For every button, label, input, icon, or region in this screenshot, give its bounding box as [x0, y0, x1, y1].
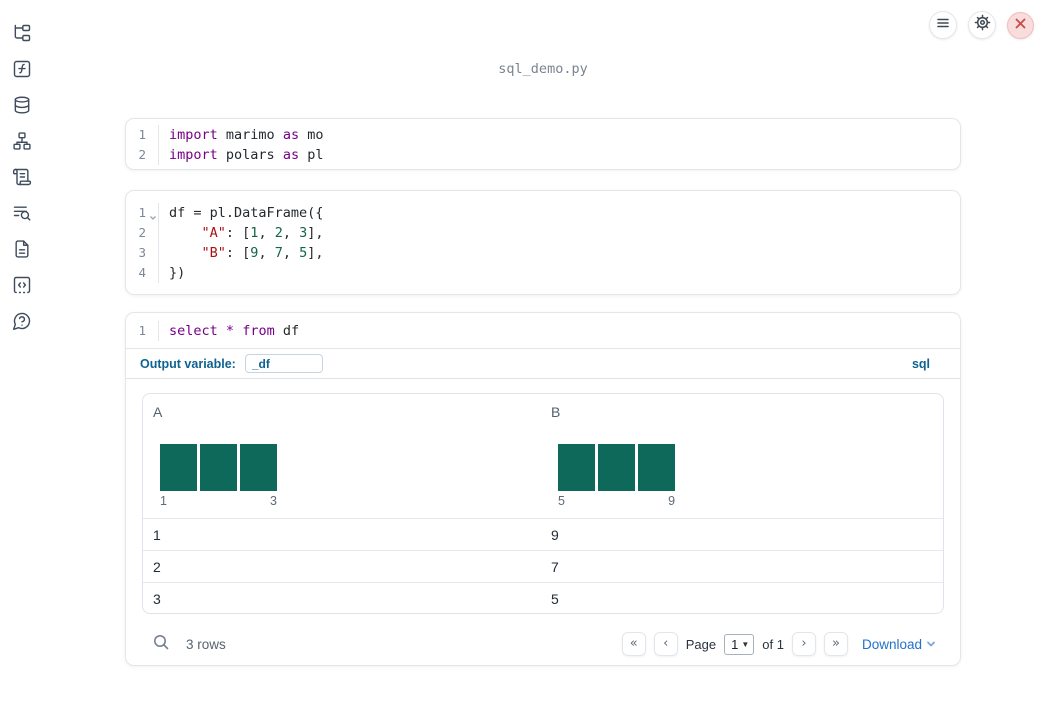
line-number: 2 [138, 225, 146, 240]
code-line: import marimo as mo [169, 127, 324, 143]
line-number-gutter: 12 [126, 125, 159, 165]
helper-sidebar [0, 0, 44, 713]
line-number: 1 [138, 127, 146, 142]
histogram-bar [160, 444, 197, 491]
code-cell-imports[interactable]: 12 import marimo as mo import polars as p… [125, 118, 961, 170]
shutdown-button[interactable] [1007, 11, 1034, 39]
code-line: "A": [1, 2, 3], [201, 225, 324, 241]
table-row[interactable]: 27 [143, 550, 943, 582]
table-cell: 9 [551, 526, 559, 543]
hamburger-icon [936, 16, 950, 35]
table-body: 192735 [143, 518, 943, 613]
line-number-gutter: 1 [126, 321, 159, 341]
table-cell: 1 [153, 526, 161, 543]
datasources-icon[interactable] [12, 95, 32, 115]
histogram-bar [638, 444, 676, 491]
dataframe-table: A 1 3 B 5 9 1 9 2 7 3 5 [142, 393, 944, 614]
notebook-filename: sql_demo.py [498, 61, 588, 77]
window-toolbar [929, 11, 1034, 39]
page-label: Page [685, 636, 717, 652]
gear-icon [974, 14, 991, 36]
code-editor[interactable]: 1 2 3 4 df = pl.DataFrame({ "A": [1, 2, 3],… [126, 203, 960, 283]
chevron-down-icon [926, 637, 936, 652]
line-number: 2 [138, 147, 146, 162]
dependency-graph-icon[interactable] [12, 131, 32, 151]
code-cell-dataframe[interactable]: 1 2 3 4 df = pl.DataFrame({ "A": [1, 2, 3],… [125, 190, 961, 295]
cell-output-area: A 1 3 B 5 9 1 9 2 7 3 5 3 rows « ‹ Page … [126, 379, 960, 666]
histogram-bars [160, 444, 277, 491]
documentation-icon[interactable] [12, 239, 32, 259]
histogram-bar [200, 444, 237, 491]
column-header-b[interactable]: B 5 9 [541, 394, 943, 518]
file-explorer-icon[interactable] [12, 23, 32, 43]
code-editor[interactable]: 12 import marimo as mo import polars as p… [126, 125, 960, 165]
line-number-gutter: 1 2 3 4 [126, 203, 159, 283]
first-page-button[interactable]: « [621, 632, 646, 656]
histogram-max-label: 3 [270, 494, 277, 508]
table-header: A 1 3 B 5 9 [143, 394, 943, 518]
last-page-button[interactable]: » [823, 632, 848, 656]
table-cell: 3 [153, 590, 161, 607]
code-content[interactable]: df = pl.DataFrame({ "A": [1, 2, 3], "B":… [159, 203, 960, 283]
line-number: 1 [126, 203, 158, 223]
code-line: }) [169, 265, 186, 281]
histogram-bars [558, 444, 676, 491]
pagination: « ‹ Page 1 ▼ of 1 › » Download [621, 632, 936, 656]
table-cell: 7 [551, 558, 559, 575]
sql-editor[interactable]: 1 select * from df [126, 321, 960, 341]
output-variable-input[interactable] [244, 354, 323, 373]
column-histogram: 5 9 [558, 444, 676, 508]
output-variable-label: Output variable: [140, 356, 236, 371]
row-count: 3 rows [186, 636, 226, 652]
sql-cell-options-row: Output variable: sql [126, 349, 960, 379]
column-histogram: 1 3 [160, 444, 277, 508]
next-page-button[interactable]: › [791, 632, 816, 656]
sql-cell[interactable]: 1 select * from df Output variable: sql … [125, 312, 961, 666]
code-line: "B": [9, 7, 5], [201, 245, 324, 261]
scroll-logs-icon[interactable] [12, 167, 32, 187]
settings-button[interactable] [968, 11, 996, 39]
help-icon[interactable] [12, 311, 32, 331]
line-number: 3 [138, 245, 146, 260]
histogram-bar [598, 444, 636, 491]
histogram-min-label: 1 [160, 494, 167, 508]
page-of-label: of 1 [762, 636, 784, 652]
histogram-max-label: 9 [668, 494, 676, 508]
select-caret-icon: ▼ [741, 639, 750, 649]
language-badge: sql [911, 356, 930, 371]
prev-page-button[interactable]: ‹ [653, 632, 678, 656]
code-content[interactable]: select * from df [159, 321, 960, 341]
code-line: df = pl.DataFrame({ [169, 205, 324, 221]
histogram-min-label: 5 [558, 494, 565, 508]
column-name: A [153, 404, 163, 420]
menu-button[interactable] [929, 11, 957, 39]
list-search-icon[interactable] [12, 203, 32, 223]
table-row[interactable]: 35 [143, 582, 943, 613]
page-select[interactable]: 1 ▼ [724, 633, 755, 655]
line-number: 4 [138, 265, 146, 280]
table-cell: 5 [551, 590, 559, 607]
table-cell: 2 [153, 558, 161, 575]
close-icon [1015, 16, 1026, 34]
code-line: select * from df [169, 323, 300, 339]
download-button[interactable]: Download [862, 637, 936, 652]
code-line: import polars as pl [169, 147, 324, 163]
histogram-bar [558, 444, 596, 491]
code-content[interactable]: import marimo as mo import polars as pl [159, 125, 960, 165]
column-name: B [551, 404, 561, 420]
column-header-a[interactable]: A 1 3 [143, 394, 541, 518]
line-number: 1 [138, 323, 146, 338]
function-square-icon[interactable] [12, 59, 32, 79]
search-icon[interactable] [152, 633, 170, 656]
table-row[interactable]: 19 [143, 518, 943, 550]
table-footer: 3 rows « ‹ Page 1 ▼ of 1 › » Download [142, 622, 944, 666]
histogram-bar [240, 444, 277, 491]
snippets-icon[interactable] [12, 275, 32, 295]
